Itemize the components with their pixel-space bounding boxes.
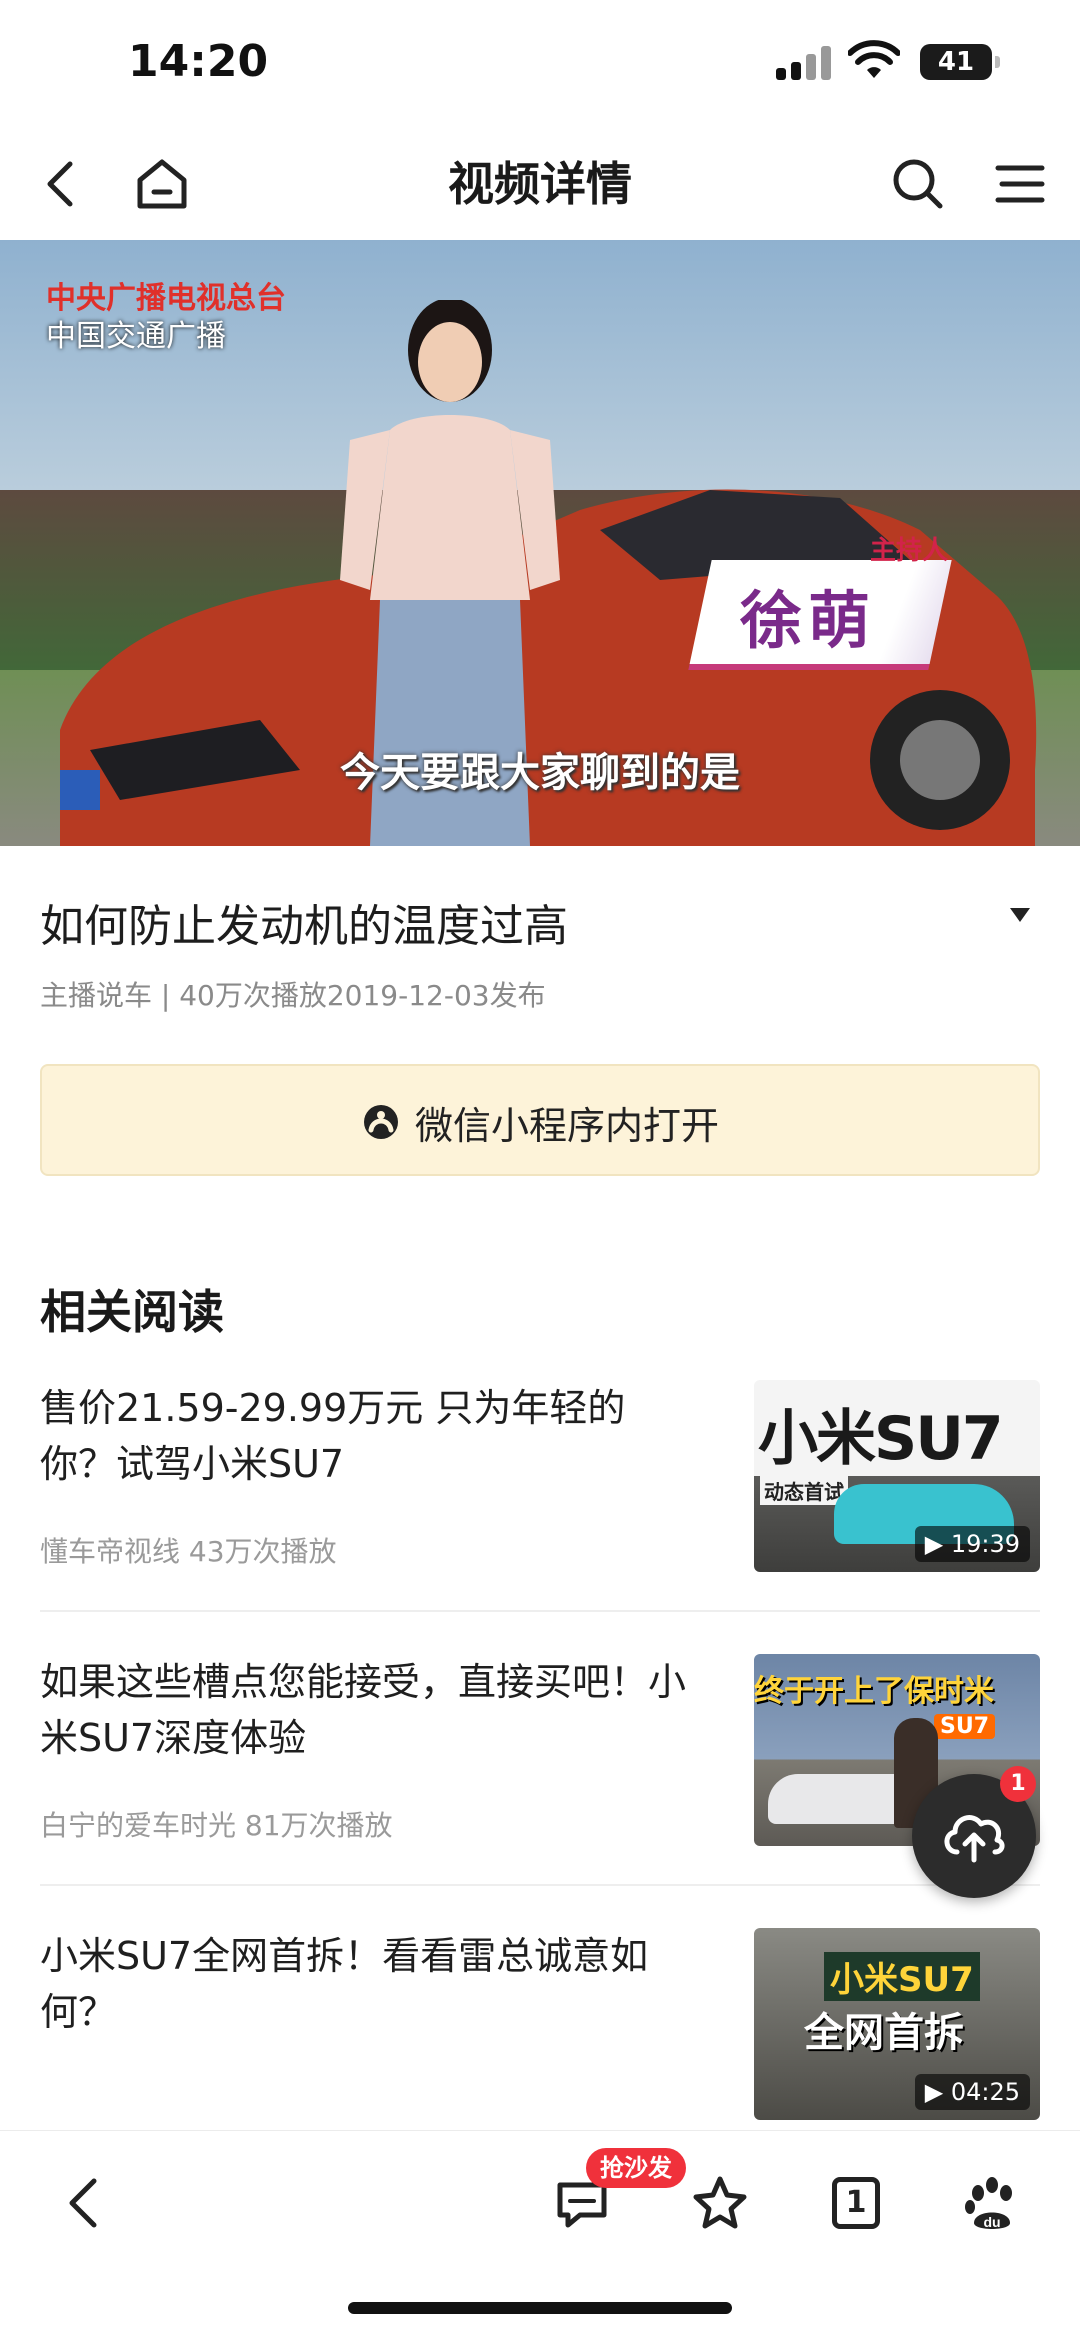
status-bar: 14:20 41 xyxy=(0,0,1080,130)
baidu-paw-icon[interactable]: du xyxy=(960,2171,1024,2235)
back-icon[interactable] xyxy=(52,2171,116,2235)
tabs-count-button[interactable]: 1 xyxy=(824,2171,888,2235)
fab-badge: 1 xyxy=(1000,1766,1036,1802)
cloud-upload-icon xyxy=(944,1815,1005,1863)
nav-bar: 视频详情 xyxy=(0,130,1080,240)
video-meta: 主播说车 | 40万次播放2019-12-03发布 xyxy=(40,979,546,1012)
video-duration: ▶ 04:25 xyxy=(914,2074,1030,2110)
comment-badge: 抢沙发 xyxy=(586,2148,686,2188)
open-in-wechat-label: 微信小程序内打开 xyxy=(414,1103,719,1148)
open-in-wechat-button[interactable]: 微信小程序内打开 xyxy=(40,1064,1040,1176)
battery-indicator: 41 xyxy=(920,44,1000,80)
video-duration: ▶ 19:39 xyxy=(914,1526,1030,1562)
article-meta: 白宁的爱车时光 81万次播放 xyxy=(40,1809,393,1842)
related-article[interactable]: 如果这些槽点您能接受，直接买吧！小米SU7深度体验 白宁的爱车时光 81万次播放… xyxy=(40,1654,1040,1854)
article-title: 售价21.59-29.99万元 只为年轻的你？试驾小米SU7 xyxy=(40,1386,626,1486)
favorite-star-icon[interactable] xyxy=(688,2171,752,2235)
article-meta: 懂车帝视线 43万次播放 xyxy=(40,1535,337,1568)
host-role-label: 主持人 xyxy=(870,536,949,566)
article-thumbnail[interactable]: 小米SU7 全网首拆 ▶ 04:25 xyxy=(754,1928,1040,2120)
video-subtitle: 今天要跟大家聊到的是 xyxy=(340,750,740,796)
home-indicator[interactable] xyxy=(348,2302,732,2314)
article-title: 小米SU7全网首拆！看看雷总诚意如何？ xyxy=(40,1934,649,2034)
status-time: 14:20 xyxy=(128,36,269,87)
svg-text:du: du xyxy=(983,2214,1000,2230)
related-reading-title: 相关阅读 xyxy=(40,1285,224,1339)
video-player[interactable]: 中央广播电视总台 中国交通广播 主持人 徐萌 今天要跟大家聊到的是 xyxy=(0,240,1080,846)
article-thumbnail[interactable]: 小米SU7 动态首试 ▶ 19:39 xyxy=(754,1380,1040,1572)
host-name-label: 徐萌 xyxy=(740,584,877,657)
related-article[interactable]: 售价21.59-29.99万元 只为年轻的你？试驾小米SU7 懂车帝视线 43万… xyxy=(40,1380,1040,1580)
cellular-signal-icon xyxy=(776,46,834,80)
search-icon[interactable] xyxy=(886,152,950,216)
related-article[interactable]: 小米SU7全网首拆！看看雷总诚意如何？ 小米SU7 全网首拆 ▶ 04:25 xyxy=(40,1928,1040,2128)
divider xyxy=(40,1610,1040,1612)
broadcaster-watermark: 中央广播电视总台 中国交通广播 xyxy=(46,281,286,354)
video-title: 如何防止发动机的温度过高 xyxy=(40,901,568,952)
wifi-icon xyxy=(848,40,900,78)
menu-icon[interactable] xyxy=(988,152,1052,216)
article-title: 如果这些槽点您能接受，直接买吧！小米SU7深度体验 xyxy=(40,1660,687,1760)
expand-triangle-icon[interactable] xyxy=(1008,906,1032,924)
divider xyxy=(40,1884,1040,1886)
mini-program-icon xyxy=(363,1105,398,1139)
